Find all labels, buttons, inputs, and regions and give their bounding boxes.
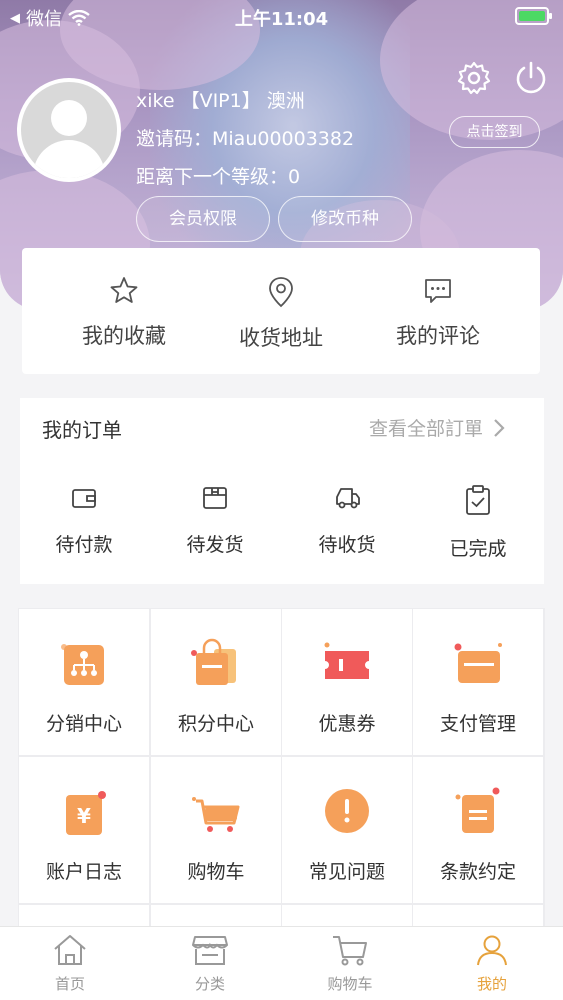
tab-label: 首页: [54, 975, 85, 993]
comment-icon: [425, 279, 451, 303]
quick-link-address[interactable]: 收货地址: [201, 276, 361, 352]
order-pending-shipment[interactable]: 待发货: [155, 484, 275, 557]
package-icon: [203, 487, 227, 509]
service-terms[interactable]: 条款约定: [413, 757, 543, 903]
card-icon: [454, 643, 502, 683]
service-label: 分销中心: [45, 713, 122, 735]
tab-label: 购物车: [327, 975, 373, 993]
service-payment-management[interactable]: 支付管理: [413, 609, 543, 755]
avatar[interactable]: [17, 78, 121, 182]
service-label: 优惠券: [318, 713, 376, 735]
service-label: 积分中心: [177, 713, 254, 735]
tab-cart[interactable]: 购物车: [300, 933, 400, 994]
home-icon: [54, 935, 86, 965]
invite-code: 邀请码：Miau00003382: [136, 128, 355, 150]
tab-category[interactable]: 分类: [160, 933, 260, 994]
quick-link-label: 我的评论: [396, 324, 480, 348]
svg-text:¥: ¥: [77, 804, 91, 828]
service-label: 条款约定: [439, 861, 516, 883]
battery-icon: [515, 7, 552, 25]
service-label: 支付管理: [439, 713, 516, 735]
service-shopping-cart[interactable]: 购物车: [151, 757, 281, 903]
yuan-log-icon: ¥: [66, 791, 106, 835]
view-all-orders-label: 查看全部訂單: [369, 418, 484, 440]
service-points-center[interactable]: 积分中心: [151, 609, 281, 755]
clipboard-check-icon: [466, 485, 490, 515]
service-label: 购物车: [187, 861, 245, 883]
coupon-icon: [324, 642, 369, 679]
member-rights-button[interactable]: 会员权限: [136, 196, 270, 242]
cart-icon: [192, 797, 240, 832]
tab-home[interactable]: 首页: [20, 933, 120, 994]
service-faq[interactable]: 常见问题: [282, 757, 412, 903]
chevron-right-icon: [494, 418, 505, 437]
bottom-tab-bar: 首页 分类 购物车 我的: [0, 926, 563, 1000]
order-status-label: 待发货: [186, 534, 244, 556]
settings-gear-icon[interactable]: [456, 60, 492, 96]
star-icon: [110, 277, 138, 303]
faq-icon: [325, 789, 369, 833]
checkin-button[interactable]: 点击签到: [449, 116, 540, 148]
status-time: 上午11:04: [234, 9, 329, 30]
service-account-log[interactable]: ¥ 账户日志: [19, 757, 149, 903]
service-coupons[interactable]: 优惠券: [282, 609, 412, 755]
order-status-label: 待付款: [55, 534, 113, 556]
quick-link-favorites[interactable]: 我的收藏: [44, 276, 204, 350]
orders-title: 我的订单: [42, 418, 122, 442]
service-distribution-center[interactable]: 分销中心: [19, 609, 149, 755]
location-pin-icon: [269, 277, 293, 308]
order-status-label: 待收货: [318, 534, 376, 556]
next-level-info: 距离下一个等级：0: [136, 166, 301, 188]
service-label: 账户日志: [45, 861, 122, 883]
terms-icon: [455, 787, 500, 833]
order-completed[interactable]: 已完成: [418, 484, 538, 561]
change-currency-button[interactable]: 修改币种: [278, 196, 412, 242]
store-icon: [192, 936, 228, 965]
tab-label: 我的: [476, 975, 507, 993]
view-all-orders-link[interactable]: 查看全部訂單: [369, 414, 509, 441]
user-name-line: xike 【VIP1】 澳洲: [136, 90, 305, 112]
order-status-label: 已完成: [449, 538, 507, 560]
power-icon[interactable]: [513, 60, 549, 96]
order-pending-receipt[interactable]: 待收货: [287, 484, 407, 557]
truck-icon: [336, 488, 360, 509]
cart-icon: [333, 936, 367, 966]
tab-mine[interactable]: 我的: [442, 933, 542, 994]
distribution-icon: [61, 644, 104, 685]
default-avatar-icon: [21, 82, 117, 178]
quick-link-label: 收货地址: [239, 326, 323, 350]
service-label: 常见问题: [308, 861, 385, 883]
tab-label: 分类: [194, 975, 225, 993]
status-bar: ◀ 微信 上午11:04: [0, 0, 563, 32]
points-bag-icon: [191, 638, 236, 685]
user-icon: [477, 935, 507, 966]
order-pending-payment[interactable]: 待付款: [24, 484, 144, 557]
quick-link-label: 我的收藏: [82, 324, 166, 348]
quick-link-comments[interactable]: 我的评论: [358, 276, 518, 350]
wallet-icon: [72, 489, 96, 508]
